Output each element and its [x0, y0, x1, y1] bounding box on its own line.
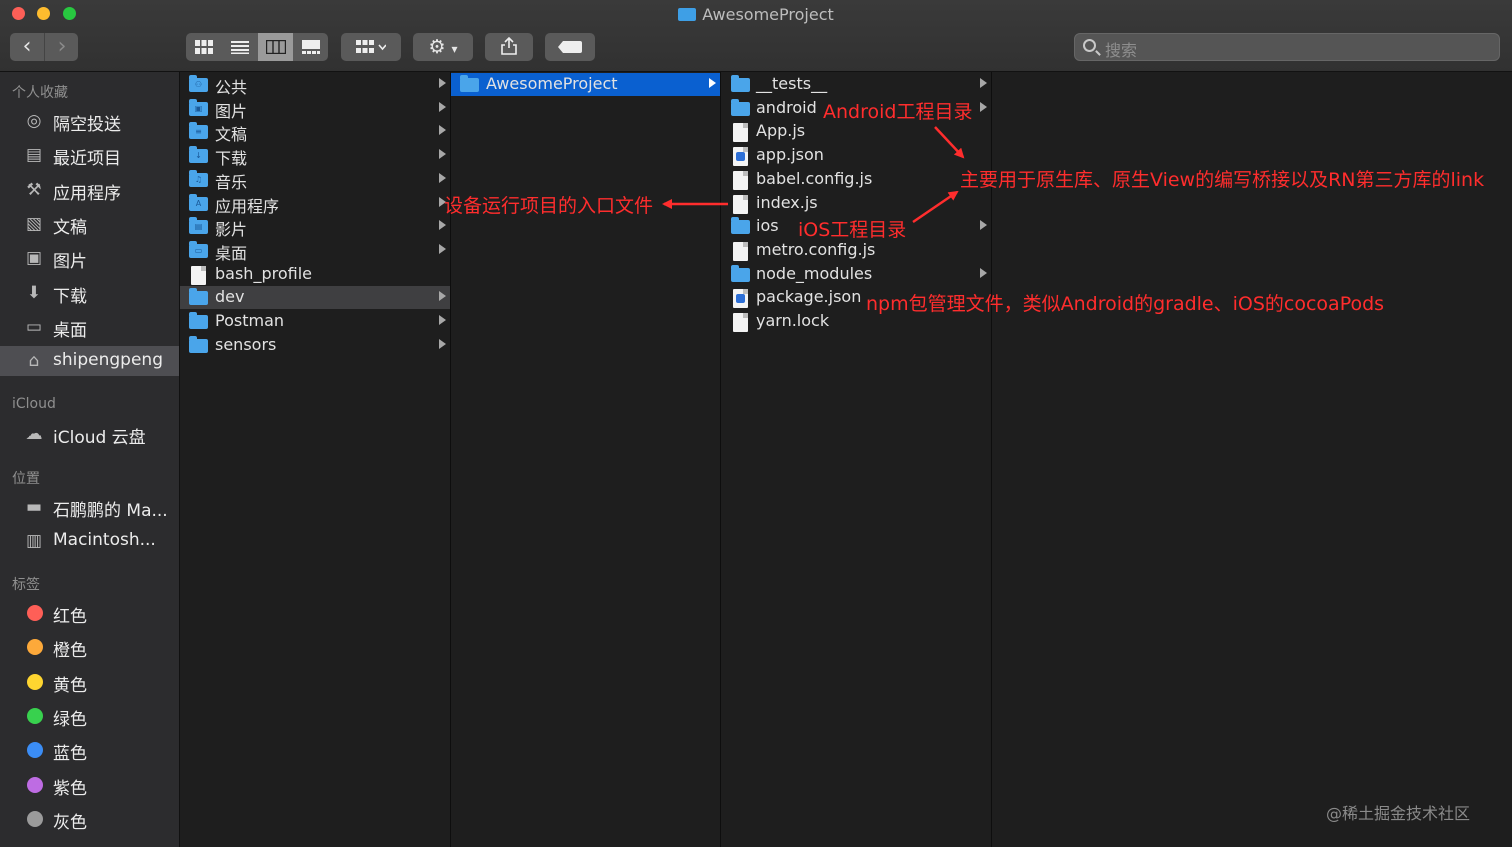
watermark: @稀土掘金技术社区	[1326, 804, 1471, 823]
arrow-android-to-native	[934, 126, 965, 159]
annotation-arrows	[662, 126, 965, 224]
arrow-ios-to-native	[912, 190, 959, 224]
